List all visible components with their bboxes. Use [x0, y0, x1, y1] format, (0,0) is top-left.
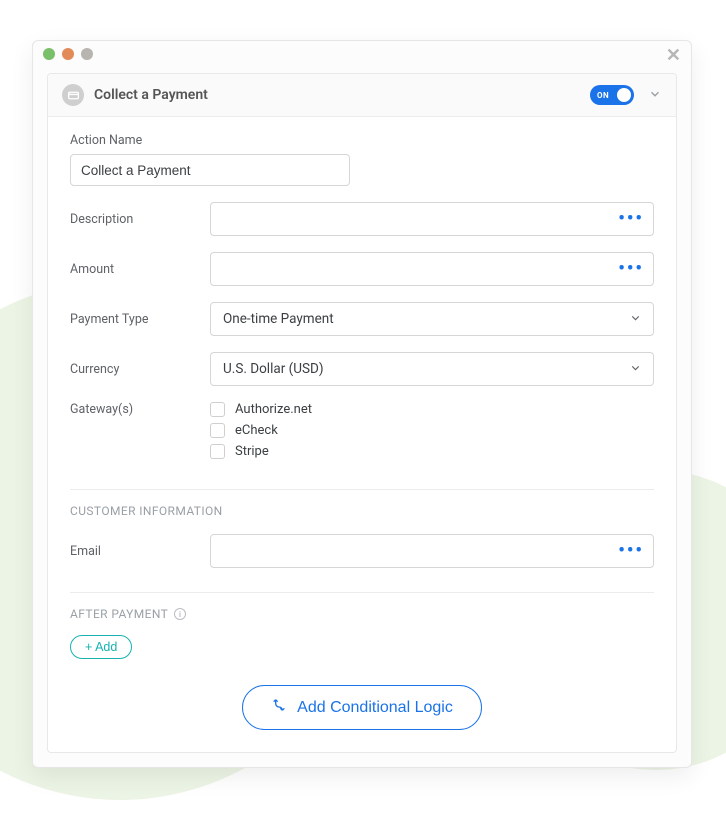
currency-value: U.S. Dollar (USD): [223, 361, 324, 377]
toggle-label: ON: [597, 91, 609, 100]
amount-input[interactable]: [210, 252, 654, 286]
gateways-label: Gateway(s): [70, 402, 210, 417]
currency-select[interactable]: U.S. Dollar (USD): [210, 352, 654, 386]
amount-label: Amount: [70, 262, 210, 277]
panel-body: Action Name Description ••• Amount ••• P…: [48, 117, 676, 752]
email-label: Email: [70, 544, 210, 559]
conditional-logic-label: Add Conditional Logic: [297, 699, 453, 717]
more-options-icon[interactable]: •••: [618, 210, 644, 228]
enable-toggle[interactable]: ON: [590, 85, 634, 105]
gateway-checkbox-stripe[interactable]: [210, 444, 225, 459]
gateway-label: eCheck: [235, 423, 278, 438]
customer-info-heading: CUSTOMER INFORMATION: [70, 504, 654, 518]
info-icon[interactable]: i: [174, 608, 186, 620]
gateway-label: Authorize.net: [235, 402, 312, 417]
gateway-checkbox-echeck[interactable]: [210, 423, 225, 438]
action-name-input[interactable]: [70, 154, 350, 186]
add-button[interactable]: + Add: [70, 635, 132, 659]
description-input[interactable]: [210, 202, 654, 236]
panel-header: Collect a Payment ON: [48, 74, 676, 117]
gateway-checkbox-authorize[interactable]: [210, 402, 225, 417]
gateway-label: Stripe: [235, 444, 269, 459]
credit-card-icon: [62, 84, 84, 106]
action-name-label: Action Name: [70, 133, 654, 148]
payment-type-label: Payment Type: [70, 312, 210, 327]
modal-window: ✕ Collect a Payment ON Action Name: [32, 40, 692, 768]
branch-icon: [271, 697, 287, 718]
after-payment-label: AFTER PAYMENT: [70, 607, 168, 621]
more-options-icon[interactable]: •••: [618, 260, 644, 278]
divider: [70, 592, 654, 593]
traffic-light-green[interactable]: [43, 48, 55, 60]
close-icon[interactable]: ✕: [666, 45, 681, 66]
panel-title: Collect a Payment: [94, 87, 590, 103]
add-conditional-logic-button[interactable]: Add Conditional Logic: [242, 685, 482, 730]
chevron-down-icon[interactable]: [648, 86, 662, 105]
after-payment-heading: AFTER PAYMENT i: [70, 607, 654, 621]
traffic-light-orange[interactable]: [62, 48, 74, 60]
config-panel: Collect a Payment ON Action Name Descrip…: [47, 73, 677, 753]
traffic-light-grey[interactable]: [81, 48, 93, 60]
payment-type-value: One-time Payment: [223, 311, 334, 327]
description-label: Description: [70, 212, 210, 227]
more-options-icon[interactable]: •••: [618, 542, 644, 560]
toggle-knob: [617, 88, 631, 102]
email-input[interactable]: [210, 534, 654, 568]
currency-label: Currency: [70, 362, 210, 377]
window-titlebar: ✕: [33, 41, 691, 67]
divider: [70, 489, 654, 490]
payment-type-select[interactable]: One-time Payment: [210, 302, 654, 336]
